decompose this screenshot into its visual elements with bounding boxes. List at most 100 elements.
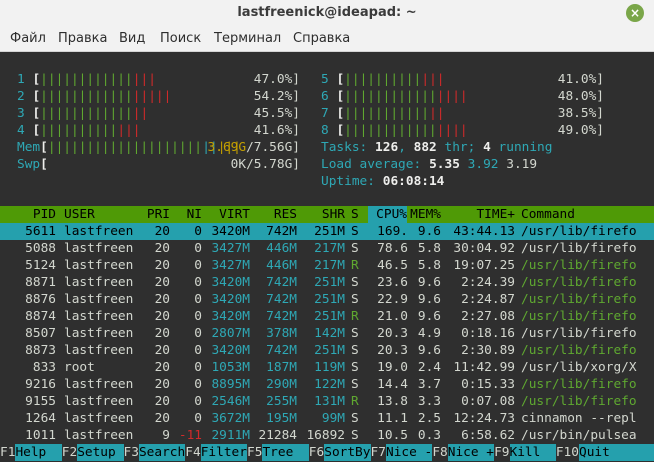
cell-priority: 20 bbox=[154, 377, 170, 392]
fkey-label-f1[interactable]: Help bbox=[15, 444, 62, 461]
cell-mem: 5.8 bbox=[417, 241, 441, 256]
cell-priority: 20 bbox=[154, 258, 170, 273]
fkey-f1[interactable]: F1 bbox=[0, 444, 15, 461]
fkey-label-f9[interactable]: Kill bbox=[509, 444, 556, 461]
column-header-mem[interactable]: MEM% bbox=[408, 206, 441, 223]
cell-shr: 142M bbox=[314, 326, 345, 341]
cell-virt: 8895M bbox=[211, 377, 250, 392]
fkey-f6[interactable]: F6 bbox=[309, 444, 324, 461]
table-row[interactable]: 9216 lastfreen 20 0 8895M 290M 122M S 14.4 3.7 0:1… bbox=[0, 376, 654, 393]
close-button[interactable]: × bbox=[626, 4, 644, 22]
table-row[interactable]: 833 root 20 0 1053M 187M 119M S 19.0 2.4 11:42.99 /… bbox=[0, 359, 654, 376]
table-row[interactable]: 8876 lastfreen 20 0 3420M 742M 251M S 22.9 9.6 2:2… bbox=[0, 291, 654, 308]
cell-nice: 0 bbox=[194, 258, 202, 273]
tasks-line: Tasks: 126, 882 thr; 4 running bbox=[0, 139, 654, 156]
fkey-f3[interactable]: F3 bbox=[124, 444, 139, 461]
cell-cpu: 22.9 bbox=[377, 292, 408, 307]
title-bar: lastfreenick@ideapad: ~ × bbox=[0, 0, 654, 26]
cell-command: /usr/lib/firefo bbox=[521, 241, 637, 256]
cell-cpu: 46.5 bbox=[377, 258, 408, 273]
cell-mem: 2.5 bbox=[417, 411, 441, 426]
column-header-user[interactable]: USER bbox=[64, 206, 140, 223]
fkey-f4[interactable]: F4 bbox=[185, 444, 200, 461]
fkey-label-f2[interactable]: Setup bbox=[77, 444, 124, 461]
cell-priority: 20 bbox=[154, 360, 170, 375]
fkey-label-f8[interactable]: Nice + bbox=[447, 444, 495, 461]
fkey-label-f10[interactable]: Quit bbox=[579, 444, 654, 461]
cell-res: 446M bbox=[266, 258, 297, 273]
load-label: Load average: bbox=[321, 157, 429, 172]
cell-mem: 5.8 bbox=[417, 258, 441, 273]
cell-state: S bbox=[351, 326, 359, 341]
cell-user: lastfreen bbox=[64, 275, 134, 290]
column-header-nice[interactable]: NI bbox=[170, 206, 202, 223]
cell-virt: 1053M bbox=[211, 360, 250, 375]
cell-virt: 3420M bbox=[211, 275, 250, 290]
load-1min: 5.35 bbox=[429, 157, 460, 172]
cell-shr: 251M bbox=[314, 309, 345, 324]
cell-priority: 20 bbox=[154, 309, 170, 324]
table-row[interactable]: 5124 lastfreen 20 0 3427M 446M 217M R 46.5 5.8 19:… bbox=[0, 257, 654, 274]
cell-user: lastfreen bbox=[64, 343, 134, 358]
cpu-meter-7: 7[||||||||||| || 38.5%] bbox=[0, 105, 654, 122]
terminal-area[interactable]: 1[|||||||||||| ||| 47.0%] 2[|||||||||||| |||… bbox=[0, 52, 654, 462]
column-header-shr[interactable]: SHR bbox=[297, 206, 345, 223]
cell-pid: 9155 bbox=[25, 394, 56, 409]
fkey-label-f4[interactable]: Filter bbox=[200, 444, 248, 461]
column-header-state[interactable]: S bbox=[351, 206, 361, 223]
table-row[interactable]: 9155 lastfreen 20 0 2546M 255M 131M R 13.8 3.3 0:0… bbox=[0, 393, 654, 410]
column-header-virt[interactable]: VIRT bbox=[202, 206, 250, 223]
cell-command: cinnamon --repl bbox=[521, 411, 637, 426]
menu-help[interactable]: Справка bbox=[293, 26, 350, 52]
fkey-f7[interactable]: F7 bbox=[371, 444, 386, 461]
fkey-f10[interactable]: F10 bbox=[556, 444, 579, 461]
table-row[interactable]: 8871 lastfreen 20 0 3420M 742M 251M S 23.6 9.6 2:2… bbox=[0, 274, 654, 291]
cell-priority: 20 bbox=[154, 411, 170, 426]
cell-virt: 3427M bbox=[211, 241, 250, 256]
cell-nice: -11 bbox=[178, 428, 202, 443]
column-header-command[interactable]: Command bbox=[521, 206, 654, 223]
table-row[interactable]: 8507 lastfreen 20 0 2807M 378M 142M S 20.3 4.9 0:1… bbox=[0, 325, 654, 342]
column-header-cpu[interactable]: CPU% bbox=[368, 206, 407, 223]
running-count: 4 bbox=[483, 140, 491, 155]
table-row[interactable]: 8874 lastfreen 20 0 3420M 742M 251M R 21.0 9.6 2:2… bbox=[0, 308, 654, 325]
fkey-label-f6[interactable]: SortBy bbox=[324, 444, 371, 461]
table-row[interactable]: 5611 lastfreen 20 0 3420M 742M 251M S 169. 9.6 43:… bbox=[0, 223, 654, 240]
cell-pid: 8874 bbox=[25, 309, 56, 324]
cell-user: lastfreen bbox=[64, 411, 134, 426]
fkey-f5[interactable]: F5 bbox=[247, 444, 262, 461]
menu-file[interactable]: Файл bbox=[10, 26, 46, 52]
close-icon: × bbox=[629, 6, 641, 20]
column-header-priority[interactable]: PRI bbox=[140, 206, 170, 223]
column-header-pid[interactable]: PID bbox=[0, 206, 56, 223]
fkey-f8[interactable]: F8 bbox=[432, 444, 447, 461]
table-row[interactable]: 1011 lastfreen 9 -11 2911M 21284 16892 S 10.5 0.3… bbox=[0, 427, 654, 444]
cpu-number: 8 bbox=[321, 123, 329, 138]
cell-pid: 8507 bbox=[25, 326, 56, 341]
fkey-f2[interactable]: F2 bbox=[62, 444, 77, 461]
cell-time: 12:24.73 bbox=[453, 411, 515, 426]
menu-terminal[interactable]: Терминал bbox=[214, 26, 281, 52]
fkey-label-f7[interactable]: Nice - bbox=[386, 444, 433, 461]
column-header-res[interactable]: RES bbox=[250, 206, 297, 223]
cpu-number: 7 bbox=[321, 106, 329, 121]
table-row[interactable]: 5088 lastfreen 20 0 3427M 446M 217M S 78.6 5.8 30:… bbox=[0, 240, 654, 257]
cell-res: 742M bbox=[266, 309, 297, 324]
fkey-f9[interactable]: F9 bbox=[494, 444, 509, 461]
menu-edit[interactable]: Правка bbox=[58, 26, 107, 52]
table-row[interactable]: 8873 lastfreen 20 0 3420M 742M 251M S 20.3 9.6 2:3… bbox=[0, 342, 654, 359]
cell-cpu: 13.8 bbox=[377, 394, 408, 409]
table-row[interactable]: 1264 lastfreen 20 0 3672M 195M 99M S 11.1 2.5 12:2… bbox=[0, 410, 654, 427]
cell-res: 742M bbox=[266, 224, 297, 239]
menu-view[interactable]: Вид bbox=[119, 26, 145, 52]
column-header-time[interactable]: TIME+ bbox=[441, 206, 515, 223]
cell-state: S bbox=[351, 224, 359, 239]
fkey-label-f3[interactable]: Search bbox=[138, 444, 186, 461]
cpu-percent: 48.0%] bbox=[557, 89, 604, 104]
fkey-label-f5[interactable]: Tree bbox=[262, 444, 309, 461]
cell-virt: 2546M bbox=[211, 394, 250, 409]
cell-user: lastfreen bbox=[64, 309, 134, 324]
menu-search[interactable]: Поиск bbox=[160, 26, 201, 52]
cell-command: /usr/lib/xorg/X bbox=[521, 360, 637, 375]
cell-pid: 5088 bbox=[25, 241, 56, 256]
